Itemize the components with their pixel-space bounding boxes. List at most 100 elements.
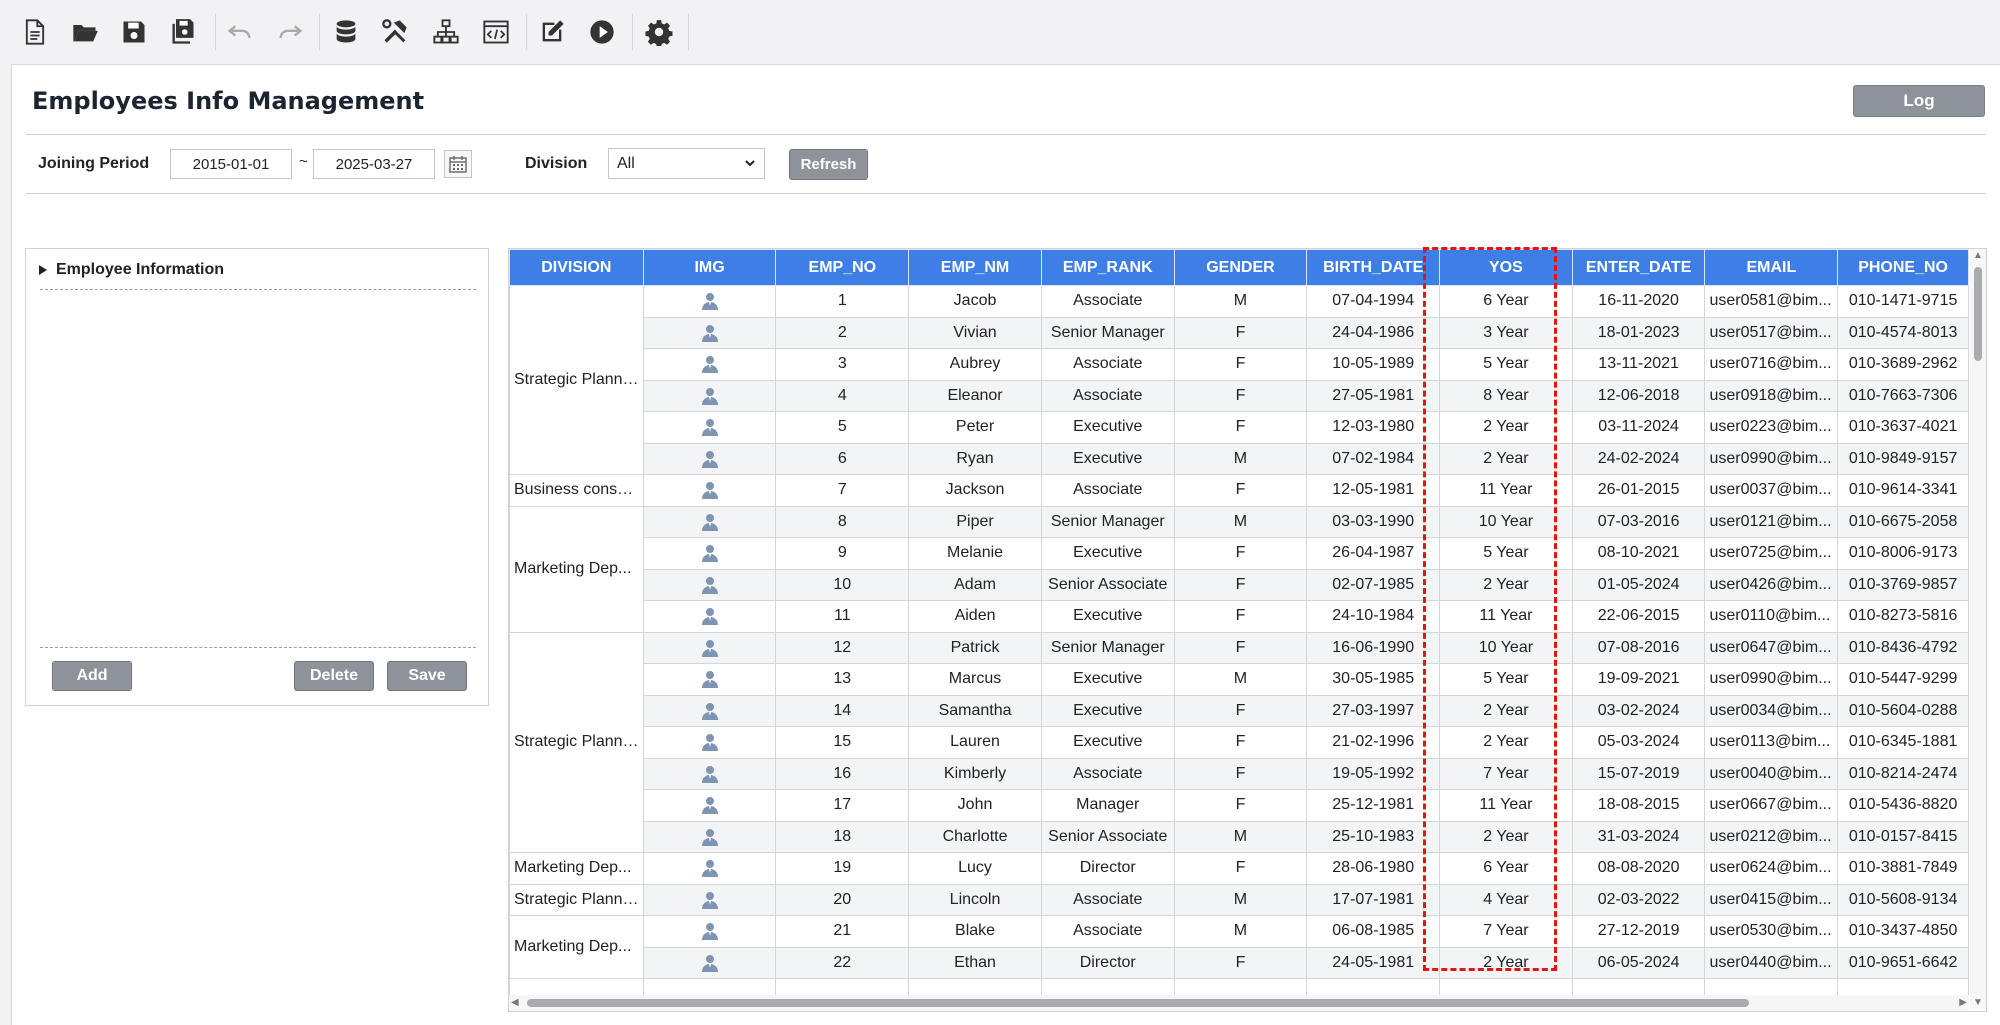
emp-rank-cell[interactable]: Executive	[1040, 694, 1175, 727]
img-cell[interactable]	[642, 568, 777, 601]
email-cell[interactable]: user0716@bim...	[1704, 348, 1839, 381]
img-cell[interactable]	[642, 915, 777, 948]
yos-cell[interactable]: 6 Year	[1439, 285, 1573, 318]
emp-nm-cell[interactable]: Aiden	[908, 600, 1042, 633]
emp-no-cell[interactable]: 10	[775, 568, 910, 601]
open-folder-icon[interactable]	[67, 14, 103, 50]
phone-no-cell[interactable]: 010-3637-4021	[1837, 411, 1969, 444]
emp-nm-cell[interactable]: Ethan	[908, 946, 1042, 979]
emp-rank-cell[interactable]: Executive	[1040, 442, 1175, 475]
phone-no-cell[interactable]: 010-8436-4792	[1837, 631, 1969, 664]
emp-no-cell[interactable]: 7	[775, 474, 910, 507]
table-row[interactable]: Marketing Dep... 21 Blake Associate M 06-08-1…	[509, 915, 1969, 979]
emp-nm-cell[interactable]: Marcus	[908, 663, 1042, 696]
email-cell[interactable]: user0667@bim...	[1704, 789, 1839, 822]
emp-rank-cell[interactable]: Senior Manager	[1040, 505, 1175, 538]
birth-date-cell[interactable]: 17-07-1981	[1306, 883, 1441, 916]
column-header-img[interactable]: IMG	[642, 249, 777, 286]
column-header-yos[interactable]: YOS	[1439, 249, 1573, 286]
birth-date-cell[interactable]: 28-06-1980	[1306, 852, 1441, 885]
division-cell[interactable]: Strategic Planni...	[509, 285, 644, 475]
emp-rank-cell[interactable]: Executive	[1040, 663, 1175, 696]
gender-cell[interactable]: F	[1173, 852, 1308, 885]
emp-no-cell[interactable]: 19	[775, 852, 910, 885]
emp-nm-cell[interactable]: John	[908, 789, 1042, 822]
yos-cell[interactable]: 2 Year	[1439, 820, 1573, 853]
emp-nm-cell[interactable]: Peter	[908, 411, 1042, 444]
add-button[interactable]: Add	[52, 661, 132, 691]
table-row[interactable]: Marketing Dep... 8 Piper Senior Manager M 03-…	[509, 505, 1969, 633]
table-row[interactable]: 16 Kimberly Associate F 19-05-1992 7 Year 15-0…	[510, 757, 1969, 790]
email-cell[interactable]: user0113@bim...	[1704, 726, 1839, 759]
img-cell[interactable]	[642, 883, 777, 916]
horizontal-scrollbar[interactable]: ◀ ▶	[509, 995, 1969, 1011]
gender-cell[interactable]: F	[1173, 694, 1308, 727]
tree-node-employee-information[interactable]: Employee Information	[38, 261, 224, 279]
phone-no-cell[interactable]: 010-4574-8013	[1837, 316, 1969, 349]
emp-rank-cell[interactable]: Associate	[1040, 915, 1175, 948]
emp-no-cell[interactable]: 4	[775, 379, 910, 412]
column-header-birth-date[interactable]: BIRTH_DATE	[1306, 249, 1441, 286]
img-cell[interactable]	[642, 694, 777, 727]
phone-no-cell[interactable]: 010-3437-4850	[1837, 915, 1969, 948]
emp-nm-cell[interactable]: Kimberly	[908, 757, 1042, 790]
img-cell[interactable]	[642, 663, 777, 696]
emp-nm-cell[interactable]: Eleanor	[908, 379, 1042, 412]
emp-no-cell[interactable]: 11	[775, 600, 910, 633]
emp-no-cell[interactable]: 13	[775, 663, 910, 696]
emp-no-cell[interactable]: 20	[775, 883, 910, 916]
scroll-down-icon[interactable]: ▼	[1973, 997, 1983, 1008]
emp-rank-cell[interactable]: Associate	[1040, 474, 1175, 507]
email-cell[interactable]: user0440@bim...	[1704, 946, 1839, 979]
table-row[interactable]: 5 Peter Executive F 12-03-1980 2 Year 03-11-20…	[510, 411, 1969, 444]
emp-nm-cell[interactable]: Piper	[908, 505, 1042, 538]
column-header-phone-no[interactable]: PHONE_NO	[1837, 249, 1969, 286]
birth-date-cell[interactable]: 02-07-1985	[1306, 568, 1441, 601]
phone-no-cell[interactable]: 010-6675-2058	[1837, 505, 1969, 538]
emp-nm-cell[interactable]: Lucy	[908, 852, 1042, 885]
gender-cell[interactable]: F	[1173, 726, 1308, 759]
enter-date-cell[interactable]: 12-06-2018	[1571, 379, 1706, 412]
emp-nm-cell[interactable]: Lauren	[908, 726, 1042, 759]
table-row[interactable]: 2 Vivian Senior Manager F 24-04-1986 3 Year 18…	[510, 316, 1969, 349]
emp-rank-cell[interactable]: Director	[1040, 946, 1175, 979]
emp-rank-cell[interactable]: Senior Associate	[1040, 568, 1175, 601]
emp-rank-cell[interactable]: Senior Manager	[1040, 316, 1175, 349]
run-icon[interactable]	[584, 14, 620, 50]
save-icon[interactable]	[116, 14, 152, 50]
table-row[interactable]: 13 Marcus Executive M 30-05-1985 5 Year 19-09-…	[510, 663, 1969, 696]
birth-date-cell[interactable]: 24-04-1986	[1306, 316, 1441, 349]
img-cell[interactable]	[642, 474, 777, 507]
phone-no-cell[interactable]: 010-7663-7306	[1837, 379, 1969, 412]
emp-nm-cell[interactable]: Patrick	[908, 631, 1042, 664]
emp-nm-cell[interactable]: Blake	[908, 915, 1042, 948]
yos-cell[interactable]: 2 Year	[1439, 442, 1573, 475]
img-cell[interactable]	[642, 379, 777, 412]
column-header-emp-rank[interactable]: EMP_RANK	[1040, 249, 1175, 286]
table-row[interactable]: 4 Eleanor Associate F 27-05-1981 8 Year 12-06-…	[510, 379, 1969, 412]
emp-rank-cell[interactable]: Associate	[1040, 285, 1175, 318]
phone-no-cell[interactable]: 010-5608-9134	[1837, 883, 1969, 916]
enter-date-cell[interactable]: 13-11-2021	[1571, 348, 1706, 381]
table-row[interactable]: 11 Aiden Executive F 24-10-1984 11 Year 22-06-…	[510, 600, 1969, 633]
yos-cell[interactable]: 11 Year	[1439, 789, 1573, 822]
emp-nm-cell[interactable]: Jacob	[908, 285, 1042, 318]
yos-cell[interactable]: 2 Year	[1439, 568, 1573, 601]
emp-nm-cell[interactable]: Lincoln	[908, 883, 1042, 916]
img-cell[interactable]	[642, 348, 777, 381]
emp-nm-cell[interactable]: Charlotte	[908, 820, 1042, 853]
column-header-enter-date[interactable]: ENTER_DATE	[1571, 249, 1706, 286]
emp-rank-cell[interactable]: Associate	[1040, 379, 1175, 412]
emp-rank-cell[interactable]: Associate	[1040, 757, 1175, 790]
gender-cell[interactable]: F	[1173, 757, 1308, 790]
table-row[interactable]: Business consul... 7 Jackson Associate F 12-0…	[509, 474, 1969, 507]
phone-no-cell[interactable]: 010-5436-8820	[1837, 789, 1969, 822]
email-cell[interactable]: user0121@bim...	[1704, 505, 1839, 538]
email-cell[interactable]: user0918@bim...	[1704, 379, 1839, 412]
table-row[interactable]: 3 Aubrey Associate F 10-05-1989 5 Year 13-11-2…	[510, 348, 1969, 381]
email-cell[interactable]: user0415@bim...	[1704, 883, 1839, 916]
img-cell[interactable]	[642, 285, 777, 318]
img-cell[interactable]	[642, 946, 777, 979]
yos-cell[interactable]: 11 Year	[1439, 474, 1573, 507]
redo-icon[interactable]	[272, 14, 308, 50]
